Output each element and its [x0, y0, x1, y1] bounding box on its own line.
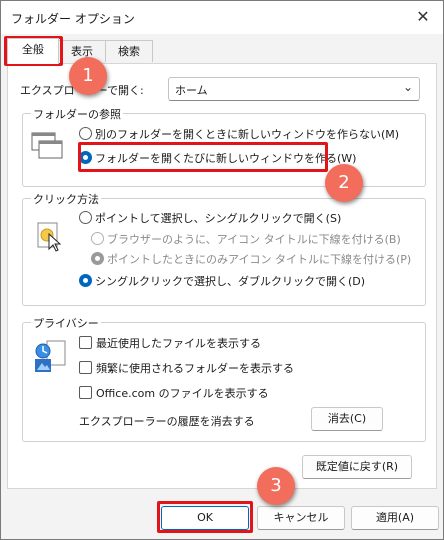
- browse-folders-title: フォルダーの参照: [31, 106, 123, 122]
- pointer-click-icon: [37, 222, 62, 252]
- clear-history-label: エクスプローラーの履歴を消去する: [79, 415, 255, 428]
- click-method-group: クリック方法 ポイントして選択し、シングルクリックで開く(S) ブラウザーのよう…: [22, 191, 426, 306]
- radio-button-disabled: [91, 252, 104, 265]
- radio-button-selected[interactable]: [79, 274, 92, 287]
- frequent-folders-label: 頻繁に使用されるフォルダーを表示する: [96, 362, 294, 375]
- radio-button[interactable]: [79, 211, 92, 224]
- folder-options-dialog: フォルダー オプション ✕ 全般 表示 検索 エクスプローラーで開く: ホーム …: [0, 0, 444, 540]
- restore-defaults-button[interactable]: 既定値に戻す(R): [302, 455, 412, 479]
- cancel-button[interactable]: キャンセル: [257, 506, 345, 530]
- chevron-down-icon: ⌄: [402, 80, 413, 94]
- apply-button[interactable]: 適用(A): [351, 506, 439, 530]
- double-click-open-label: シングルクリックで選択し、ダブルクリックで開く(D): [95, 275, 366, 288]
- radio-same-window[interactable]: 別のフォルダーを開くときに新しいウィンドウを作らない(M): [79, 126, 399, 142]
- clear-history-button[interactable]: 消去(C): [311, 407, 383, 431]
- radio-button[interactable]: [79, 127, 92, 140]
- open-explorer-value: ホーム: [175, 84, 208, 97]
- checkbox[interactable]: [79, 361, 92, 374]
- open-explorer-dropdown[interactable]: ホーム ⌄: [168, 77, 420, 101]
- single-click-open-label: ポイントして選択し、シングルクリックで開く(S): [95, 212, 342, 225]
- check-frequent-folders[interactable]: 頻繁に使用されるフォルダーを表示する: [79, 360, 294, 376]
- privacy-group: プライバシー 最近使用したファイルを表示する 頻繁に使用されるフォルダーを表示す…: [22, 315, 426, 442]
- general-panel: エクスプローラーで開く: ホーム ⌄ フォルダーの参照 別のフォルダーを開くとき…: [7, 63, 437, 489]
- radio-single-click-open[interactable]: ポイントして選択し、シングルクリックで開く(S): [79, 210, 341, 226]
- radio-button-disabled: [91, 232, 104, 245]
- underline-browser-label: ブラウザーのように、アイコン タイトルに下線を付ける(B): [107, 233, 401, 246]
- recent-files-label: 最近使用したファイルを表示する: [96, 337, 261, 350]
- office-files-label: Office.com のファイルを表示する: [96, 387, 269, 400]
- highlight-new-window-option: [78, 142, 328, 172]
- click-method-title: クリック方法: [31, 191, 101, 207]
- annotation-badge-3: 3: [257, 467, 295, 505]
- radio-double-click-open[interactable]: シングルクリックで選択し、ダブルクリックで開く(D): [79, 273, 365, 289]
- annotation-badge-1: 1: [69, 57, 107, 95]
- radio-underline-point: ポイントしたときにのみアイコン タイトルに下線を付ける(P): [91, 251, 411, 267]
- underline-point-label: ポイントしたときにのみアイコン タイトルに下線を付ける(P): [107, 253, 412, 266]
- title-bar: フォルダー オプション ✕: [1, 1, 443, 34]
- close-icon[interactable]: ✕: [411, 6, 435, 28]
- checkbox[interactable]: [79, 386, 92, 399]
- tab-search[interactable]: 検索: [105, 40, 153, 62]
- check-recent-files[interactable]: 最近使用したファイルを表示する: [79, 335, 261, 351]
- annotation-badge-2: 2: [325, 164, 363, 202]
- windows-stack-icon: [31, 132, 63, 159]
- highlight-ok-button: [157, 501, 253, 533]
- privacy-files-icon: [35, 340, 66, 372]
- same-window-label: 別のフォルダーを開くときに新しいウィンドウを作らない(M): [95, 128, 400, 141]
- check-office-files[interactable]: Office.com のファイルを表示する: [79, 385, 269, 401]
- checkbox[interactable]: [79, 336, 92, 349]
- privacy-title: プライバシー: [31, 315, 101, 331]
- tab-general[interactable]: 全般: [7, 38, 59, 64]
- radio-underline-browser: ブラウザーのように、アイコン タイトルに下線を付ける(B): [91, 231, 401, 247]
- window-title: フォルダー オプション: [11, 12, 135, 26]
